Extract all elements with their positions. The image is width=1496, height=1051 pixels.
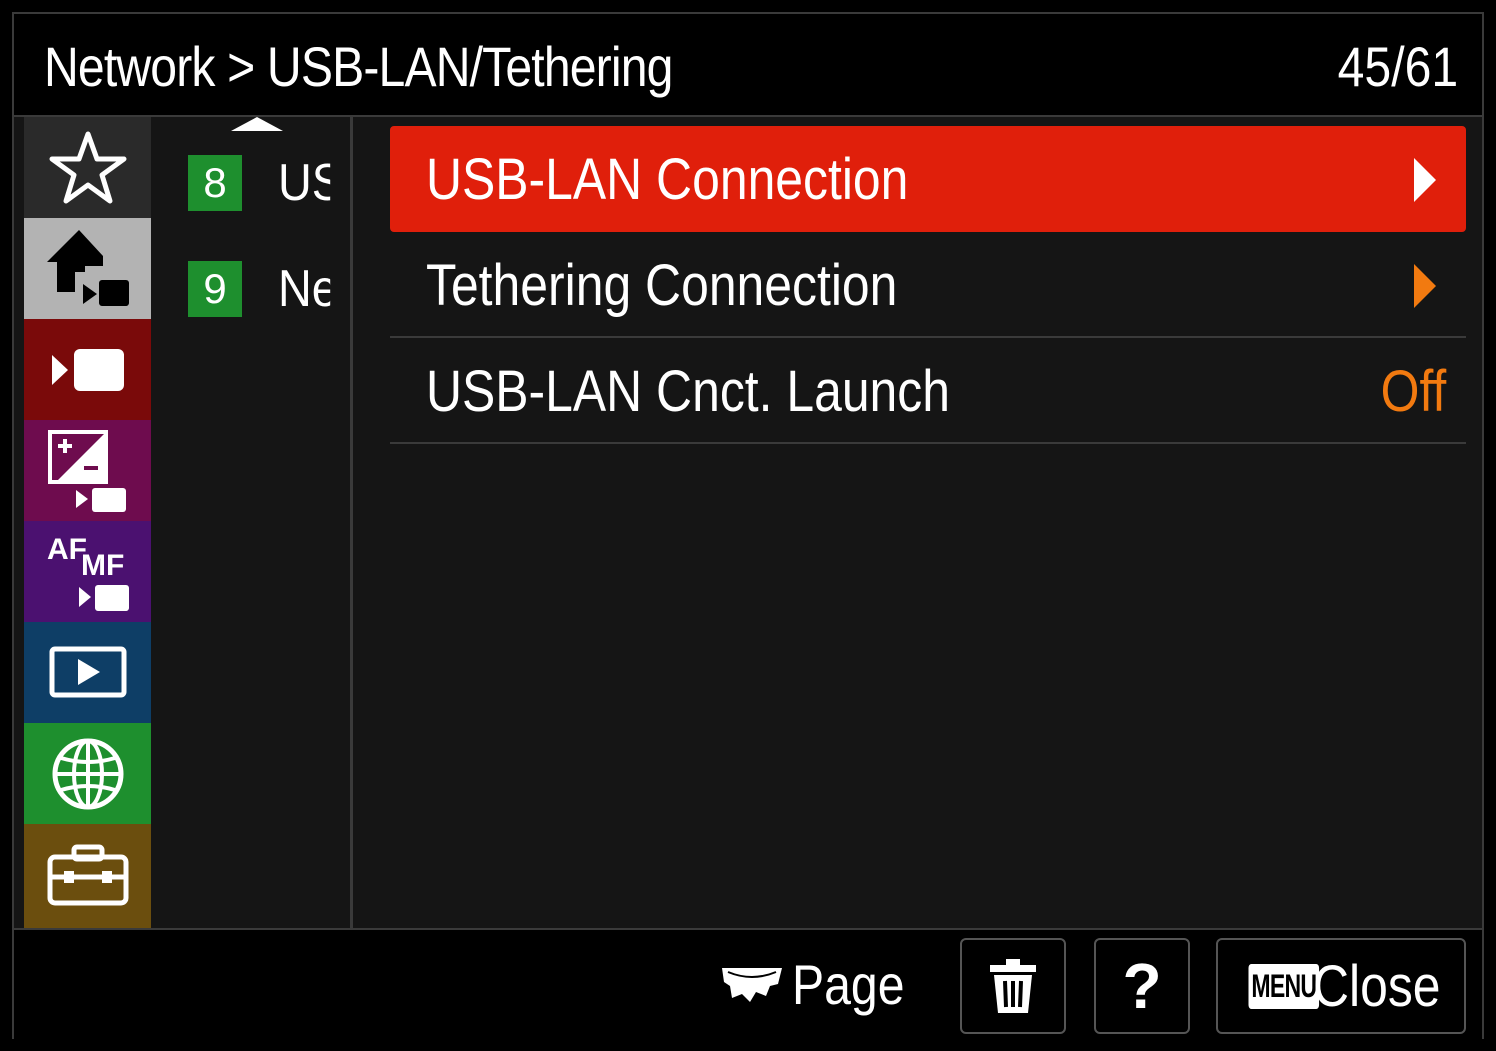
page-label: Ne bbox=[278, 260, 330, 318]
globe-icon bbox=[52, 738, 123, 809]
breadcrumb: Network > USB-LAN/Tethering bbox=[44, 35, 673, 98]
header: Network > USB-LAN/Tethering 45/61 bbox=[14, 14, 1482, 117]
menu-item-usb-lan-connection[interactable]: USB-LAN Connection bbox=[390, 126, 1466, 232]
control-wheel-icon bbox=[722, 968, 782, 1002]
page-number: 8 bbox=[188, 155, 242, 211]
star-icon bbox=[49, 131, 126, 203]
page-hint: Page bbox=[720, 952, 923, 1016]
page-label: US bbox=[278, 154, 330, 212]
toolbox-icon bbox=[47, 844, 128, 906]
menu-item-usb-lan-cnct-launch[interactable]: USB-LAN Cnct. Launch Off bbox=[390, 338, 1466, 444]
page-item[interactable]: 9 Ne bbox=[188, 259, 353, 319]
menu-badge: MENU bbox=[1248, 963, 1319, 1009]
menu-item-label: USB-LAN Cnct. Launch bbox=[426, 359, 950, 424]
tab-setup[interactable] bbox=[24, 824, 151, 928]
page-selector: 8 US 9 Ne bbox=[151, 117, 353, 928]
playback-icon bbox=[49, 646, 126, 697]
page-number: 9 bbox=[188, 261, 242, 317]
svg-text:MF: MF bbox=[81, 549, 124, 582]
tab-network[interactable] bbox=[24, 723, 151, 824]
footer: Page ? MENU Close bbox=[14, 928, 1482, 1039]
category-tabs: AF MF bbox=[24, 117, 151, 928]
tab-shooting[interactable] bbox=[24, 218, 151, 319]
close-label: Close bbox=[1312, 953, 1441, 1019]
tab-playback[interactable] bbox=[24, 622, 151, 723]
tab-exposure-color[interactable] bbox=[24, 420, 151, 521]
tab-favorites[interactable] bbox=[24, 117, 151, 218]
camera-home-icon bbox=[46, 229, 129, 306]
help-label: ? bbox=[1122, 950, 1162, 1022]
tab-focus[interactable]: AF MF bbox=[24, 521, 151, 622]
delete-button[interactable] bbox=[960, 938, 1066, 1034]
af-mf-icon: AF MF bbox=[47, 533, 129, 611]
page-item[interactable]: 8 US bbox=[188, 153, 353, 213]
scroll-up-arrow-icon[interactable] bbox=[231, 117, 283, 131]
movie-icon bbox=[51, 348, 124, 391]
trash-icon bbox=[990, 959, 1036, 1013]
camera-menu-screen: Network > USB-LAN/Tethering 45/61 AF MF … bbox=[12, 12, 1484, 1039]
menu-item-label: USB-LAN Connection bbox=[426, 147, 909, 212]
close-button[interactable]: MENU Close bbox=[1216, 938, 1466, 1034]
menu-item-value: Off bbox=[1380, 359, 1446, 424]
exposure-icon bbox=[47, 429, 126, 512]
page-counter: 45/61 bbox=[1337, 35, 1458, 98]
menu-item-label: Tethering Connection bbox=[426, 253, 898, 318]
page-label: Page bbox=[792, 952, 905, 1016]
chevron-right-icon bbox=[1414, 158, 1436, 202]
chevron-right-icon bbox=[1414, 264, 1436, 308]
menu-item-tethering-connection[interactable]: Tethering Connection bbox=[390, 232, 1466, 338]
help-button[interactable]: ? bbox=[1094, 938, 1190, 1034]
tab-movie[interactable] bbox=[24, 319, 151, 420]
